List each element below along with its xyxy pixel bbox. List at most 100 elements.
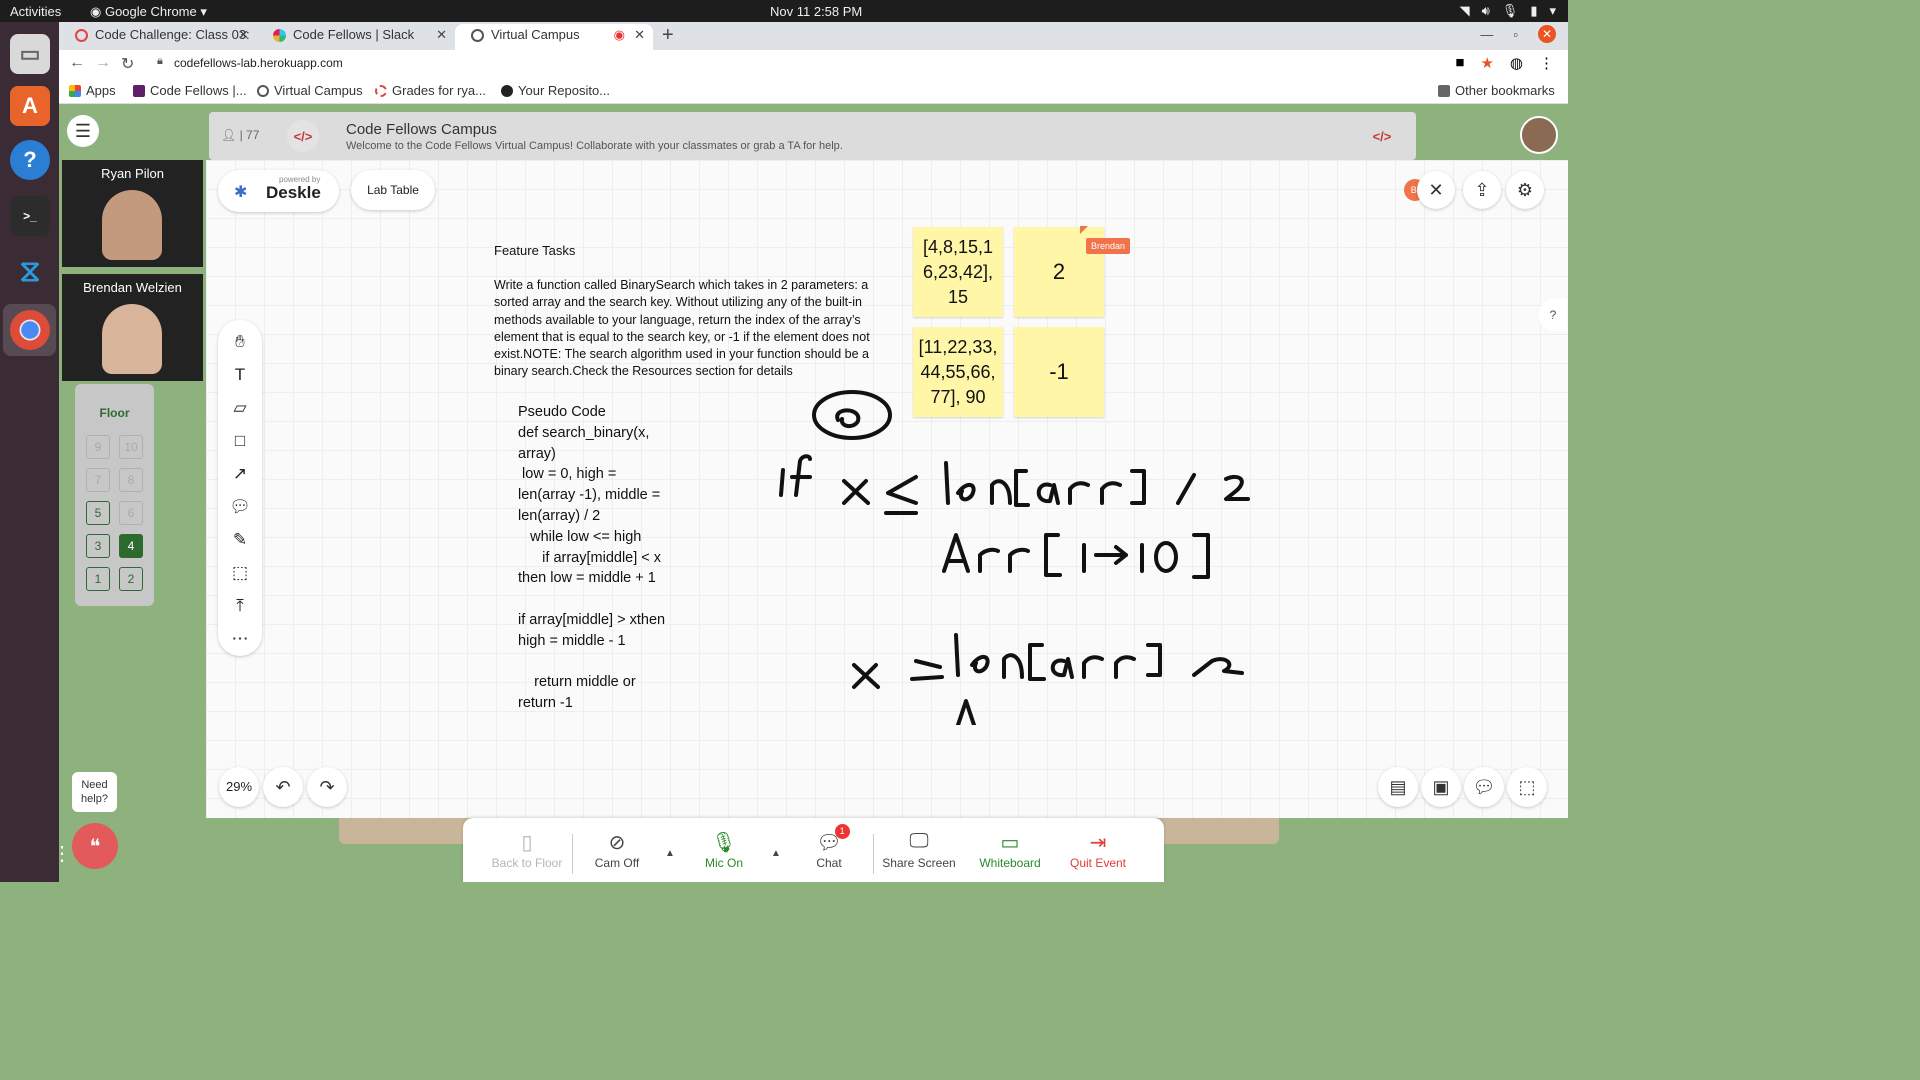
close-icon[interactable]: ✕ [634, 24, 645, 46]
sticky-note[interactable]: [4,8,15,16,23,42], 15 [913, 227, 1003, 317]
settings-button[interactable]: ⚙ [1506, 171, 1544, 209]
cam-options-caret[interactable]: ▲ [665, 848, 675, 859]
freehand-drawing[interactable] [766, 385, 1286, 725]
map-button[interactable]: ▤ [1378, 767, 1418, 807]
help-icon[interactable]: ? [10, 140, 50, 180]
select-tool-icon[interactable]: ⬚ [228, 561, 252, 585]
pen-tool-icon[interactable]: ✎ [228, 528, 252, 552]
comments-button[interactable]: 💬︎ [1464, 767, 1504, 807]
floor-button[interactable]: 6 [119, 501, 143, 525]
video-tile-ryan[interactable]: Ryan Pilon [62, 160, 203, 267]
activities-button[interactable]: Activities [10, 4, 61, 19]
mic-on-button[interactable]: 🎙︎ Mic On [695, 830, 753, 870]
more-menu-icon[interactable]: ⋮ [1539, 54, 1554, 72]
cam-off-button[interactable]: ⊘ Cam Off [588, 830, 646, 870]
avatar[interactable] [1520, 116, 1558, 154]
more-tools-icon[interactable]: ⋯ [228, 627, 252, 651]
files-icon[interactable]: ▭ [10, 34, 50, 74]
floor-button[interactable]: 8 [119, 468, 143, 492]
software-center-icon[interactable]: A [10, 86, 50, 126]
battery-icon: ▮ [1530, 3, 1538, 18]
share-screen-button[interactable]: 🖵︎ Share Screen [881, 830, 957, 870]
participant-video [102, 190, 162, 260]
undo-button[interactable]: ↶ [263, 767, 303, 807]
remote-cursor-icon [1080, 226, 1088, 234]
bookmark-virtual-campus[interactable]: Virtual Campus [257, 83, 363, 98]
maximize-icon[interactable]: ▫ [1513, 27, 1518, 42]
chrome-dock-icon[interactable] [10, 310, 50, 350]
bookmark-star-icon[interactable]: ★ [1480, 54, 1493, 72]
arrow-tool-icon[interactable]: ↗ [228, 462, 252, 486]
tab-slack[interactable]: Code Fellows | Slack ✕ [257, 24, 455, 50]
bookmark-code-fellows[interactable]: Code Fellows |... [133, 83, 247, 98]
mic-options-caret[interactable]: ▲ [771, 848, 781, 859]
slack-icon [273, 29, 286, 42]
clock[interactable]: Nov 11 2:58 PM [770, 4, 862, 19]
video-tile-brendan[interactable]: Brendan Welzien [62, 274, 203, 381]
side-help-tab[interactable]: ? [1539, 299, 1567, 331]
campus-subtitle: Welcome to the Code Fellows Virtual Camp… [346, 140, 843, 152]
whiteboard-button[interactable]: ▭ Whiteboard [975, 830, 1045, 870]
deskle-badge[interactable]: ✱ powered by Deskle [218, 170, 339, 212]
zoom-level[interactable]: 29% [219, 767, 259, 807]
floor-button[interactable]: 3 [86, 534, 110, 558]
tab-virtual-campus[interactable]: Virtual Campus ◉ ✕ [455, 24, 653, 50]
room-name-button[interactable]: Lab Table [351, 170, 435, 210]
other-bookmarks[interactable]: Other bookmarks [1438, 83, 1555, 98]
control-label: Chat [816, 856, 842, 870]
floor-button[interactable]: 5 [86, 501, 110, 525]
bookmark-apps[interactable]: Apps [69, 83, 116, 98]
feature-tasks-title[interactable]: Feature Tasks [494, 243, 575, 258]
whiteboard[interactable]: ✱ powered by Deskle Lab Table B. ✕ ⇪ ⚙ ✋… [206, 160, 1568, 818]
feature-tasks-text[interactable]: Write a function called BinarySearch whi… [494, 277, 874, 381]
window-close-icon[interactable]: ✕ [1538, 25, 1556, 43]
reload-icon[interactable]: ↻ [121, 54, 134, 74]
close-icon[interactable]: ✕ [238, 24, 249, 46]
forward-icon[interactable]: → [95, 54, 111, 72]
share-button[interactable]: ⇪ [1463, 171, 1501, 209]
new-tab-button[interactable]: + [662, 24, 674, 47]
bookmark-grades[interactable]: Grades for rya... [375, 83, 486, 98]
tab-code-challenge[interactable]: Code Challenge: Class 03: ✕ [59, 24, 257, 50]
user-icon: 👤︎ [221, 128, 240, 142]
redo-button[interactable]: ↷ [307, 767, 347, 807]
comment-tool-icon[interactable]: 💬︎ [228, 495, 252, 519]
back-icon[interactable]: ← [69, 54, 85, 72]
floor-button[interactable]: 9 [86, 435, 110, 459]
terminal-icon[interactable]: >_ [10, 196, 50, 236]
hamburger-menu-icon[interactable]: ☰ [67, 115, 99, 147]
rectangle-tool-icon[interactable]: □ [228, 429, 252, 453]
sticky-note-tool-icon[interactable]: ▱ [228, 396, 252, 420]
camera-icon[interactable]: ■ [1455, 54, 1464, 72]
floor-button[interactable]: 1 [86, 567, 110, 591]
address-bar[interactable]: codefellows-lab.herokuapp.com [174, 56, 343, 70]
hand-tool-icon[interactable]: ✋︎ [228, 330, 252, 354]
quit-event-button[interactable]: ⇥ Quit Event [1067, 830, 1129, 870]
upload-tool-icon[interactable]: ⤒ [228, 594, 252, 618]
back-to-floor-button[interactable]: ▯ Back to Floor [489, 830, 565, 870]
show-apps-icon[interactable]: ⋮⋮⋮ [59, 841, 72, 866]
presentation-button[interactable]: ▣ [1421, 767, 1461, 807]
camera-off-icon: ⊘ [608, 832, 626, 854]
floor-button[interactable]: 10 [119, 435, 143, 459]
floor-button[interactable]: 7 [86, 468, 110, 492]
help-chat-button[interactable]: ❝ [72, 823, 118, 869]
participant-name: Ryan Pilon [101, 166, 164, 181]
close-board-button[interactable]: ✕ [1417, 171, 1455, 209]
vscode-icon[interactable]: ⧖ [10, 252, 50, 292]
app-menu[interactable]: ◉ Google Chrome ▾ [90, 4, 207, 20]
floor-button[interactable]: 2 [119, 567, 143, 591]
fit-screen-button[interactable]: ⬚ [1507, 767, 1547, 807]
close-icon[interactable]: ✕ [436, 24, 447, 46]
minimize-icon[interactable]: — [1480, 27, 1493, 42]
extension-icon[interactable]: ◍ [1510, 54, 1523, 72]
chat-button[interactable]: 💬︎ 1 Chat [803, 824, 855, 870]
user-count: 👤︎ | 77 [221, 128, 260, 142]
text-tool-icon[interactable]: T [228, 363, 252, 387]
bookmark-label: Your Reposito... [518, 83, 611, 98]
bookmark-repositories[interactable]: Your Reposito... [501, 83, 610, 98]
floor-label: Floor [99, 406, 130, 420]
pseudo-code-text[interactable]: Pseudo Code def search_binary(x, array) … [518, 402, 673, 714]
floor-button-current[interactable]: 4 [119, 534, 143, 558]
system-tray[interactable]: ◥ 🔊︎ 🎙︎ ▮ ▾ [1460, 3, 1556, 19]
